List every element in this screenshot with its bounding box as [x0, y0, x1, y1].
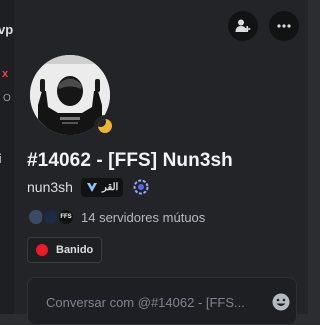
mutual-server-icons: FFS — [27, 208, 75, 226]
mutual-servers-count: 14 servidores mútuos — [81, 209, 206, 225]
clan-tag[interactable]: القر — [80, 177, 124, 197]
background-red-mark: x — [2, 68, 9, 80]
username: nun3sh — [27, 179, 73, 195]
mutual-servers-row[interactable]: FFS 14 servidores mútuos — [27, 207, 205, 227]
message-box — [27, 277, 297, 325]
background-text-fragment-2: i — [0, 151, 2, 166]
display-name: #14062 - [FFS] Nun3sh — [27, 150, 233, 171]
profile-badge[interactable] — [131, 177, 151, 197]
add-friend-icon — [235, 19, 251, 32]
gear-badge-icon — [133, 179, 149, 195]
idle-status-icon — [98, 119, 112, 133]
add-friend-button[interactable] — [228, 11, 258, 41]
role-name: Banido — [56, 244, 94, 256]
right-edge — [308, 0, 320, 314]
username-row: nun3sh القر — [27, 177, 151, 197]
role-badge-banned[interactable]: Banido — [27, 237, 103, 263]
background-small-text: O — [3, 93, 11, 104]
clan-tag-text: القر — [101, 181, 119, 193]
user-profile-popout: #14062 - [FFS] Nun3sh nun3sh القر FFS 14… — [14, 0, 320, 325]
clan-emblem-icon — [86, 183, 97, 192]
message-input[interactable] — [44, 292, 254, 312]
emoji-icon[interactable] — [271, 292, 291, 312]
more-icon — [277, 24, 291, 28]
background-text-fragment: vp — [0, 22, 14, 37]
role-color-dot — [36, 244, 48, 256]
server-icon-3: FFS — [57, 208, 75, 226]
more-options-button[interactable] — [269, 11, 299, 41]
background-content-strip: vp x O i — [0, 0, 14, 314]
